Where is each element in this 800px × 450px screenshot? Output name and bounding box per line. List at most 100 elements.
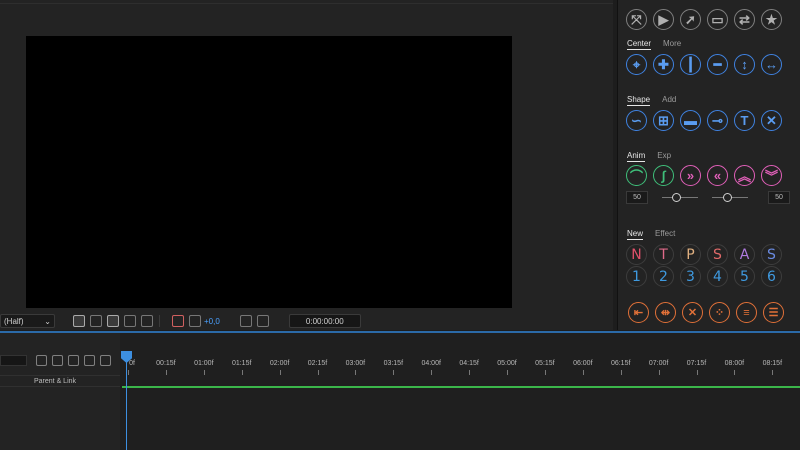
ruler-tick-label: 07:00f xyxy=(648,360,669,367)
stack-icon[interactable]: ☰ xyxy=(763,302,784,323)
draft-3d-icon[interactable] xyxy=(36,355,47,366)
preset-5-button[interactable]: 5 xyxy=(734,266,755,287)
grid-dots-icon[interactable]: ⁘ xyxy=(709,302,730,323)
path-line-icon[interactable]: ⊸ xyxy=(707,110,728,131)
chevron-down-icon: ⌄ xyxy=(44,316,51,326)
tab-more[interactable]: More xyxy=(663,39,681,50)
left-slider-track[interactable] xyxy=(662,192,698,202)
region-of-interest-icon[interactable] xyxy=(124,315,136,327)
slider-right-value[interactable]: 50 xyxy=(768,190,790,204)
folder-icon[interactable]: ▭ xyxy=(707,9,728,30)
close-icon[interactable]: ✕ xyxy=(682,302,703,323)
new-precomp-button[interactable]: P xyxy=(680,244,701,265)
ruler-tick-mark xyxy=(431,370,433,375)
resolution-select[interactable]: (Half) ⌄ xyxy=(0,314,55,328)
add-shape-icon[interactable]: ⊞ xyxy=(653,110,674,131)
expand-icon[interactable]: ⤧ xyxy=(626,9,647,30)
loop-icon[interactable]: ∽ xyxy=(626,110,647,131)
tab-exp[interactable]: Exp xyxy=(657,151,671,162)
preset-3-button[interactable]: 3 xyxy=(680,266,701,287)
show-snapshot-icon[interactable] xyxy=(256,315,269,327)
right-slider-track[interactable] xyxy=(712,192,748,202)
crosshair-icon[interactable]: ⌖ xyxy=(626,54,647,75)
rounded-rect-icon[interactable]: ▬ xyxy=(680,110,701,131)
ruler-tick-mark xyxy=(279,370,281,375)
left-slider-knob[interactable] xyxy=(672,192,681,202)
exposure-value[interactable]: +0,0 xyxy=(204,317,220,326)
fast-preview-icon[interactable] xyxy=(73,315,85,327)
ruler-tick-label: 00:15f xyxy=(156,360,176,367)
ruler-tick-label: 05:00f xyxy=(497,360,517,367)
chevron-right-icon[interactable]: » xyxy=(680,165,701,186)
new-adjustment-button[interactable]: A xyxy=(734,244,755,265)
vertical-center-icon[interactable]: ┃ xyxy=(680,54,701,75)
split-icon[interactable]: ⇹ xyxy=(655,302,676,323)
shy-layers-icon[interactable] xyxy=(52,355,63,366)
preset-6-button[interactable]: 6 xyxy=(761,266,782,287)
ruler-tick-label: 0f xyxy=(129,360,135,367)
work-area-bar[interactable] xyxy=(122,386,800,388)
sort-icon[interactable]: ≡ xyxy=(736,302,757,323)
ruler-tick-mark xyxy=(696,370,698,375)
center-icon-row: ⌖ ✚ ┃ ━ ↕ ↔ xyxy=(626,54,782,75)
new-text-button[interactable]: T xyxy=(653,244,674,265)
ruler-tick-label: 03:00f xyxy=(345,360,366,367)
horizontal-stretch-icon[interactable]: ↔ xyxy=(761,54,782,75)
ruler-tick-mark xyxy=(734,370,736,375)
chevron-left-icon[interactable]: « xyxy=(707,165,728,186)
new-shape-button[interactable]: S xyxy=(761,244,782,265)
swap-icon[interactable]: ⇄ xyxy=(734,9,755,30)
center-dot-icon[interactable]: ✚ xyxy=(653,54,674,75)
new-null-button[interactable]: N xyxy=(626,244,647,265)
center-section-tabs: Center More xyxy=(627,39,681,50)
tab-anim[interactable]: Anim xyxy=(627,151,646,162)
video-icon[interactable]: ▶ xyxy=(653,9,674,30)
chevron-down-icon[interactable]: ︾ xyxy=(761,165,782,186)
ruler-tick-mark xyxy=(241,370,243,375)
horizontal-center-icon[interactable]: ━ xyxy=(707,54,728,75)
tab-shape[interactable]: Shape xyxy=(627,95,651,106)
tools-panel: ⤧ ▶ ➚ ▭ ⇄ ★ Center More ⌖ ✚ ┃ ━ ↕ ↔ Shap… xyxy=(617,0,800,330)
ruler-tick-mark xyxy=(544,370,546,375)
ruler-tick-label: 06:15f xyxy=(610,360,631,367)
composition-canvas[interactable] xyxy=(26,36,512,308)
ruler-tick-label: 01:15f xyxy=(231,360,252,367)
ruler-tick-mark xyxy=(772,370,774,375)
compress-icon[interactable]: ✕ xyxy=(761,110,782,131)
app-root: (Half) ⌄ +0,0 0:00:00:00 ⤧ ▶ ➚ ▭ ⇄ ★ Cen… xyxy=(0,0,800,450)
ruler-tick-mark xyxy=(582,370,584,375)
tab-add[interactable]: Add xyxy=(662,95,676,106)
new-solid-button[interactable]: S xyxy=(707,244,728,265)
preset-1-button[interactable]: 1 xyxy=(626,266,647,287)
time-ruler[interactable]: 0f 00:15f 01:00f 01:15f 02:00f 02:15f 03:00f 03… xyxy=(122,355,800,377)
layer-search-input[interactable] xyxy=(0,355,27,366)
ruler-tick-mark xyxy=(317,370,319,375)
tab-new[interactable]: New xyxy=(627,229,644,240)
camera-snapshot-icon[interactable] xyxy=(239,315,252,327)
ease-in-icon[interactable]: ⌒ xyxy=(626,165,647,186)
tab-center[interactable]: Center xyxy=(627,39,652,50)
transparency-grid-icon[interactable] xyxy=(90,315,102,327)
frame-blending-icon[interactable] xyxy=(68,355,79,366)
preset-4-button[interactable]: 4 xyxy=(707,266,728,287)
slider-left-value[interactable]: 50 xyxy=(626,190,648,204)
exposure-reset-icon[interactable] xyxy=(189,315,201,327)
star-icon[interactable]: ★ xyxy=(761,9,782,30)
guides-icon[interactable] xyxy=(141,315,153,327)
right-slider-knob[interactable] xyxy=(723,192,732,202)
text-t-icon[interactable]: T xyxy=(734,110,755,131)
mask-visibility-icon[interactable] xyxy=(107,315,119,327)
preset-2-button[interactable]: 2 xyxy=(653,266,674,287)
ease-s-icon[interactable]: ∫ xyxy=(653,165,674,186)
ruler-tick-mark xyxy=(658,370,660,375)
motion-blur-icon[interactable] xyxy=(84,355,95,366)
ruler-tick-mark xyxy=(203,370,205,375)
align-left-icon[interactable]: ⇤ xyxy=(628,302,649,323)
rocket-icon[interactable]: ➚ xyxy=(680,9,701,30)
current-time-display[interactable]: 0:00:00:00 xyxy=(288,314,361,328)
vertical-stretch-icon[interactable]: ↕ xyxy=(734,54,755,75)
color-channels-icon[interactable] xyxy=(172,315,184,327)
chevron-up-icon[interactable]: ︽ xyxy=(734,165,755,186)
tab-effect[interactable]: Effect xyxy=(655,229,675,240)
graph-editor-icon[interactable] xyxy=(100,355,111,366)
